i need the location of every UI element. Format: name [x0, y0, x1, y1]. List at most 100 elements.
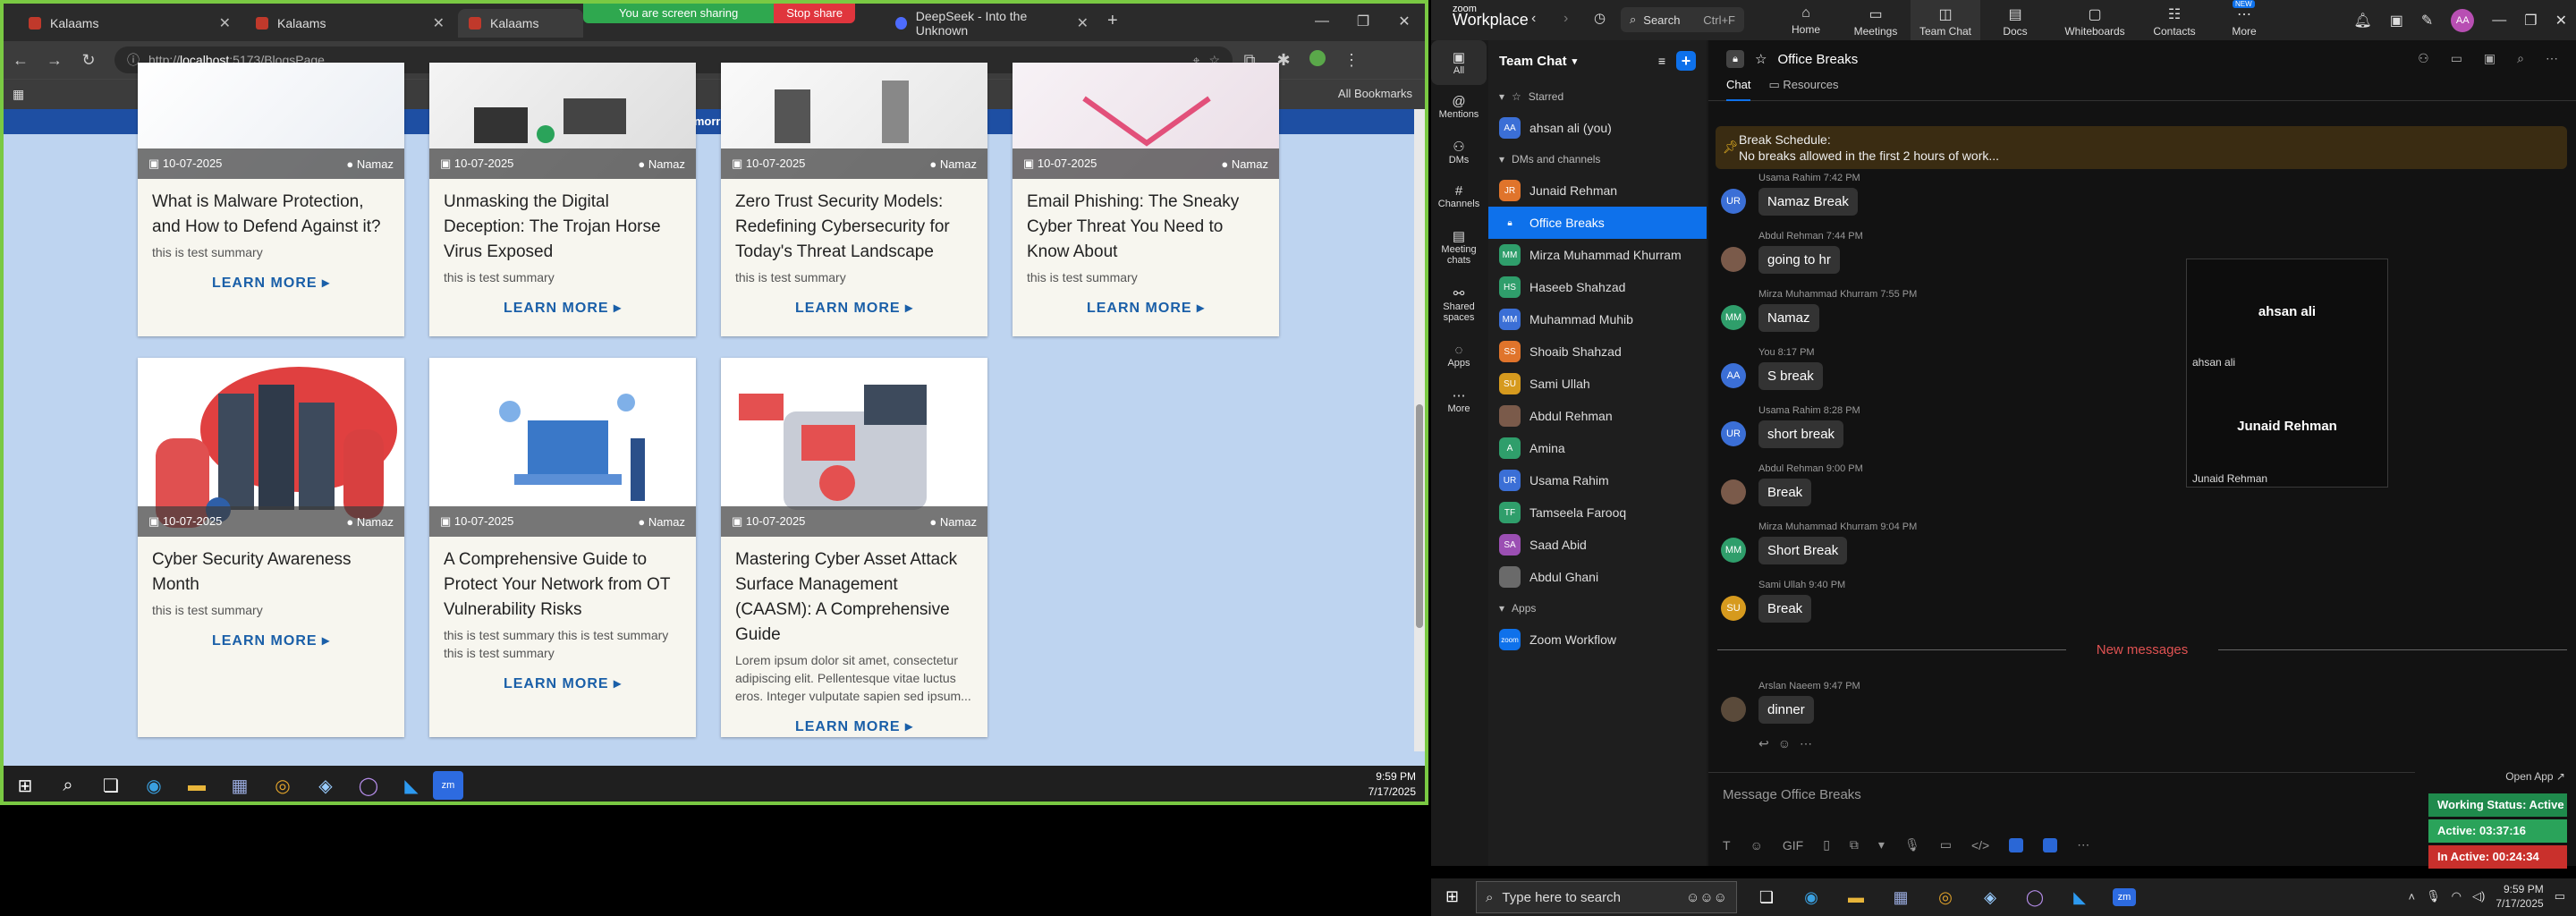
all-bookmarks-link[interactable]: All Bookmarks — [1338, 87, 1412, 100]
store-icon[interactable]: ▦ — [1878, 878, 1923, 916]
app-plugin-icon[interactable] — [2043, 837, 2058, 852]
notification-icon[interactable]: ▭ — [2555, 889, 2565, 903]
tab-resources[interactable]: ▭ Resources — [1768, 78, 1838, 100]
edge-icon[interactable]: ◉ — [132, 766, 175, 802]
chevron-up-icon[interactable]: ˄ — [2409, 890, 2416, 903]
forward-icon[interactable]: → — [38, 51, 72, 70]
tab-chat[interactable]: Chat — [1726, 78, 1751, 101]
github-icon[interactable]: ◯ — [2012, 878, 2057, 916]
nav-contacts[interactable]: ☷ Contacts — [2140, 0, 2209, 40]
new-chat-button[interactable]: + — [1676, 51, 1696, 71]
open-app-link[interactable]: Open App ↗ — [2505, 770, 2565, 783]
nav-home[interactable]: ⌂ Home — [1771, 0, 1841, 40]
browser-tab-active[interactable]: Kalaams — [458, 9, 583, 38]
minimize-icon[interactable]: — — [2492, 13, 2506, 29]
more-icon[interactable]: ⋯ — [2077, 837, 2089, 852]
chevron-down-icon[interactable]: ▾ — [1572, 55, 1578, 67]
browser-tab[interactable]: DeepSeek - Into the Unknown ✕ — [885, 9, 1099, 38]
vscode-icon[interactable]: ◣ — [2057, 878, 2102, 916]
more-icon[interactable]: ⋯ — [2546, 51, 2558, 66]
chat-list-item[interactable]: AA ahsan ali (you) — [1488, 112, 1707, 144]
file-explorer-icon[interactable]: ▬ — [1834, 878, 1878, 916]
message-bubble[interactable]: going to hr — [1758, 246, 1840, 274]
wifi-icon[interactable]: ◠ — [2452, 889, 2462, 903]
learn-more-link[interactable]: LEARN MORE ▸ — [138, 261, 404, 308]
taskbar-clock[interactable]: 9:59 PM 7/17/2025 — [2496, 882, 2543, 911]
user-avatar[interactable]: AA — [2451, 9, 2475, 32]
app-plugin-icon[interactable] — [2009, 837, 2024, 852]
star-icon[interactable]: ☆ — [1755, 51, 1767, 67]
menu-icon[interactable]: ⋮ — [1335, 51, 1368, 70]
message-bubble[interactable]: Break — [1758, 595, 1812, 623]
chat-list-item[interactable]: zoom Zoom Workflow — [1488, 623, 1707, 656]
history-icon[interactable]: ◷ — [1594, 10, 1606, 26]
chat-list-item[interactable]: HS Haseeb Shahzad — [1488, 271, 1707, 303]
message-bubble[interactable]: Break — [1758, 479, 1812, 506]
back-icon[interactable]: ‹ — [1531, 11, 1536, 27]
chrome-icon[interactable]: ◎ — [1923, 878, 1968, 916]
message-input[interactable]: Message Office Breaks — [1723, 787, 1861, 802]
taskbar-search[interactable]: ⌕ Type here to search ☺☺☺ — [1476, 881, 1737, 913]
apps-grid-icon[interactable]: ▦ — [13, 87, 24, 102]
reload-icon[interactable]: ↻ — [72, 51, 106, 70]
profile-avatar-icon[interactable] — [1301, 49, 1335, 71]
page-scrollbar[interactable] — [1414, 109, 1425, 751]
calendar-icon[interactable]: ▣ — [2390, 12, 2403, 30]
volume-icon[interactable]: ◁) — [2472, 889, 2485, 903]
windows-start-icon[interactable]: ⊞ — [1445, 887, 1459, 906]
windows-start-icon[interactable]: ⊞ — [4, 766, 47, 802]
browser-tab[interactable]: Kalaams ✕ — [245, 9, 455, 38]
emoji-icon[interactable]: ☺ — [1750, 838, 1763, 852]
file-icon[interactable]: ▯ — [1823, 837, 1830, 852]
forward-icon[interactable]: › — [1563, 11, 1568, 27]
zoom-icon[interactable]: zm — [2102, 878, 2147, 916]
microphone-icon[interactable]: 🎙︎ — [1904, 837, 1920, 852]
maximize-icon[interactable]: ❐ — [2524, 12, 2537, 30]
learn-more-link[interactable]: LEARN MORE ▸ — [138, 619, 404, 666]
message-bubble[interactable]: Namaz Break — [1758, 188, 1858, 216]
chat-list-item[interactable]: SA Saad Abid — [1488, 529, 1707, 561]
format-text-icon[interactable]: T — [1723, 838, 1731, 852]
video-tile[interactable]: Junaid Rehman Junaid Rehman — [2187, 374, 2387, 488]
search-icon[interactable]: ⌕ — [2517, 51, 2524, 66]
edit-icon[interactable]: ✎ — [2421, 12, 2433, 30]
store-icon[interactable]: ▦ — [218, 766, 261, 802]
new-tab-button[interactable]: + — [1107, 11, 1118, 31]
starred-section[interactable]: ▾ ☆ Starred — [1488, 81, 1707, 112]
rail-all[interactable]: ▣ All — [1431, 40, 1487, 85]
message-bubble[interactable]: S break — [1758, 362, 1823, 390]
gif-icon[interactable]: GIF — [1783, 838, 1803, 852]
search-icon[interactable]: ⌕ — [47, 766, 89, 802]
vscode-icon[interactable]: ◣ — [390, 766, 433, 802]
rail-channels[interactable]: # Channels — [1431, 174, 1487, 219]
members-icon[interactable]: ⚇ — [2418, 51, 2429, 66]
chat-list-item[interactable]: MM Muhammad Muhib — [1488, 303, 1707, 335]
pinned-message[interactable]: 📌︎ Break Schedule: No breaks allowed in … — [1716, 126, 2567, 169]
scrollbar-thumb[interactable] — [1416, 404, 1423, 628]
calendar-icon[interactable]: ▣ — [2484, 51, 2496, 66]
reply-icon[interactable]: ↩ — [1758, 736, 1778, 751]
close-icon[interactable]: ✕ — [1384, 4, 1425, 39]
back-icon[interactable]: ← — [4, 51, 38, 70]
chat-list-item[interactable]: TF Tamseela Farooq — [1488, 496, 1707, 529]
message-bubble[interactable]: dinner — [1758, 696, 1814, 724]
nav-meetings[interactable]: ▭ Meetings — [1841, 0, 1911, 40]
github-icon[interactable]: ◯ — [347, 766, 390, 802]
maximize-icon[interactable]: ❐ — [1343, 4, 1384, 39]
task-view-icon[interactable]: ❏ — [89, 766, 132, 802]
learn-more-link[interactable]: LEARN MORE ▸ — [721, 705, 987, 751]
code-icon[interactable]: </> — [1971, 838, 1989, 852]
chat-list-item[interactable]: Abdul Rehman — [1488, 400, 1707, 432]
learn-more-link[interactable]: LEARN MORE ▸ — [1013, 286, 1279, 333]
app-icon[interactable]: ◈ — [304, 766, 347, 802]
chat-list-item[interactable]: MM Mirza Muhammad Khurram — [1488, 239, 1707, 271]
rail-meeting-chats[interactable]: ▤ Meeting chats — [1431, 219, 1487, 276]
chat-list-item[interactable]: UR Usama Rahim — [1488, 464, 1707, 496]
chat-list-item[interactable]: JR Junaid Rehman — [1488, 174, 1707, 207]
close-tab-icon[interactable]: ✕ — [1077, 14, 1089, 32]
learn-more-link[interactable]: LEARN MORE ▸ — [429, 662, 696, 708]
dms-section[interactable]: ▾ DMs and channels — [1488, 144, 1707, 174]
chat-list-item[interactable]: SU Sami Ullah — [1488, 368, 1707, 400]
chat-list-item[interactable]: A Amina — [1488, 432, 1707, 464]
microphone-icon[interactable]: 🎙︎ — [2426, 889, 2441, 903]
